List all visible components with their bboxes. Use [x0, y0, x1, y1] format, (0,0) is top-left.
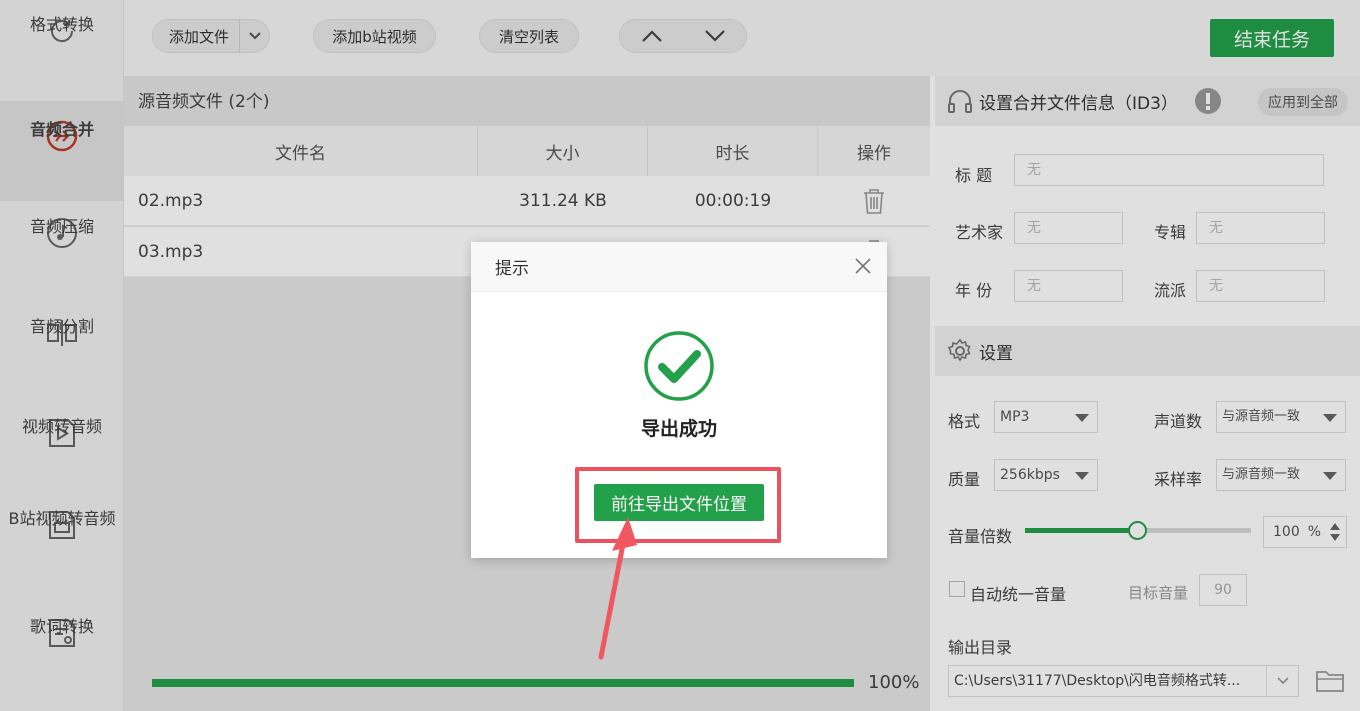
dialog-message: 导出成功 — [640, 418, 717, 440]
dialog-title: 提示 — [495, 259, 529, 279]
annotation-arrow-icon — [598, 517, 637, 660]
close-icon[interactable] — [853, 256, 873, 276]
dialog-header: 提示 — [471, 242, 887, 292]
export-success-dialog: 提示 导出成功 前往导出文件位置 — [471, 242, 887, 558]
success-check-icon — [643, 330, 715, 402]
